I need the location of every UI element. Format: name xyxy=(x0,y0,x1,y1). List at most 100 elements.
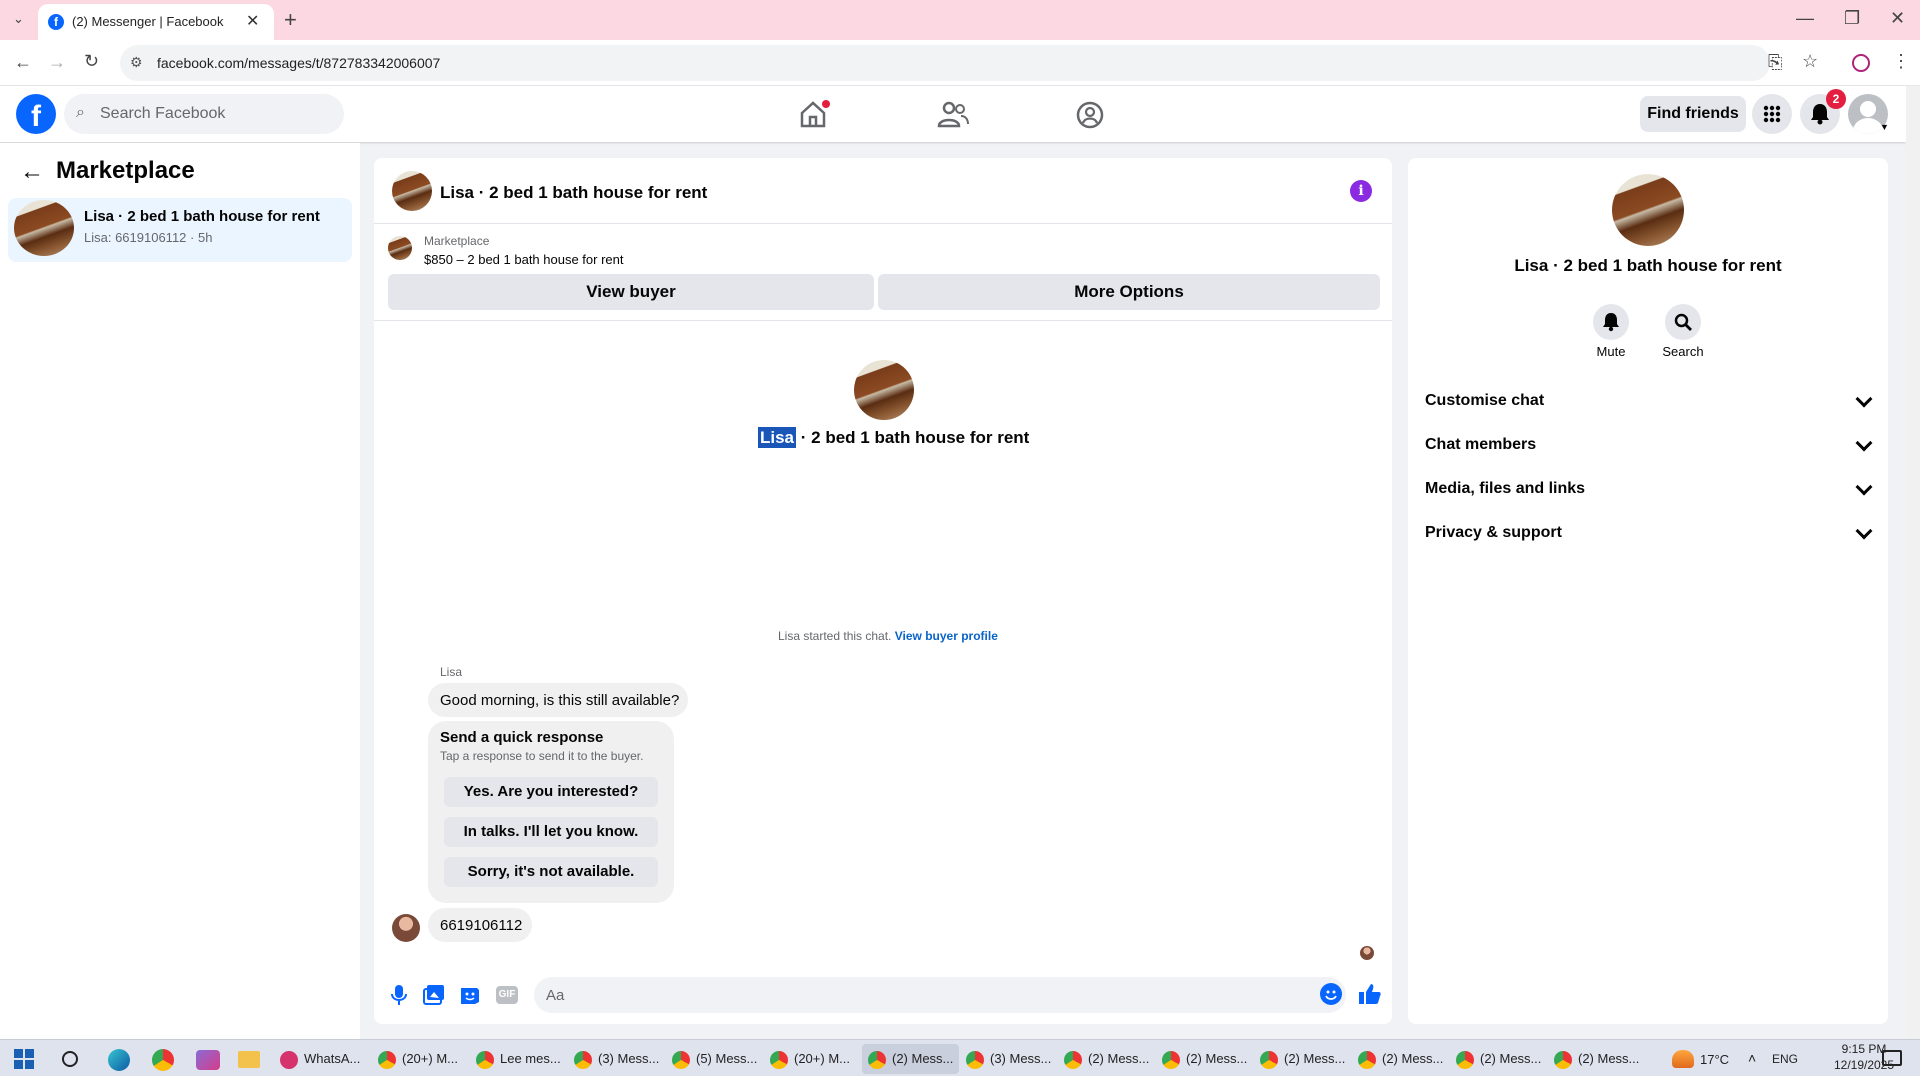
message-text: 6619106112 xyxy=(440,917,523,934)
taskbar-app[interactable]: Lee mes... xyxy=(476,1044,561,1074)
chat-header-avatar[interactable] xyxy=(392,171,432,211)
address-bar[interactable]: ⚙ facebook.com/messages/t/87278334200600… xyxy=(120,45,1770,81)
gif-icon[interactable]: GIF xyxy=(496,986,518,1004)
taskbar-app[interactable]: (2) Mess... xyxy=(1456,1044,1541,1074)
conversation-item[interactable]: Lisa · 2 bed 1 bath house for rent Lisa:… xyxy=(8,198,352,262)
taskbar-app[interactable]: (2) Mess... xyxy=(1358,1044,1443,1074)
weather-icon[interactable] xyxy=(1672,1050,1694,1068)
chrome-icon xyxy=(1064,1050,1082,1069)
conversation-title: Lisa · 2 bed 1 bath house for rent xyxy=(84,208,320,225)
restore-icon[interactable]: ❐ xyxy=(1844,9,1860,27)
taskbar-app-active[interactable]: (2) Mess... xyxy=(862,1044,960,1074)
language-indicator[interactable]: ENG xyxy=(1772,1052,1798,1066)
forward-icon[interactable]: → xyxy=(48,53,66,71)
chevron-down-icon xyxy=(1855,434,1873,452)
taskbar-app[interactable]: (3) Mess... xyxy=(966,1044,1051,1074)
chat-started-note: Lisa started this chat. View buyer profi… xyxy=(778,629,998,643)
taskbar-app[interactable]: (2) Mess... xyxy=(1260,1044,1345,1074)
marketplace-title: Marketplace xyxy=(56,157,195,184)
message-text: Good morning, is this still available? xyxy=(440,692,680,709)
chrome-icon xyxy=(966,1050,984,1069)
like-thumb-icon[interactable] xyxy=(1358,982,1382,1006)
site-info-icon[interactable]: ⚙ xyxy=(130,54,143,71)
emoji-icon[interactable] xyxy=(1320,983,1342,1005)
back-arrow-icon[interactable]: ← xyxy=(20,158,44,186)
back-icon[interactable]: ← xyxy=(14,53,32,71)
photo-icon[interactable] xyxy=(423,984,445,1006)
quick-response-yes[interactable]: Yes. Are you interested? xyxy=(444,777,658,807)
taskbar-app-label: (20+) M... xyxy=(402,1051,458,1066)
taskbar-app[interactable]: (5) Mess... xyxy=(672,1044,757,1074)
home-notification-dot xyxy=(822,100,830,108)
file-explorer-icon[interactable] xyxy=(238,1051,260,1068)
browser-tab[interactable]: f (2) Messenger | Facebook ✕ xyxy=(38,4,274,40)
taskbar-app[interactable]: (20+) M... xyxy=(770,1044,850,1074)
tab-search-chevron-icon[interactable]: ⌄ xyxy=(13,12,24,25)
url-text: facebook.com/messages/t/872783342006007 xyxy=(157,55,441,71)
windows-start-icon[interactable] xyxy=(14,1049,34,1069)
details-avatar[interactable] xyxy=(1612,174,1684,246)
taskbar-app[interactable]: (2) Mess... xyxy=(1064,1044,1149,1074)
microphone-icon[interactable] xyxy=(390,984,408,1006)
message-sender: Lisa xyxy=(440,665,463,679)
close-window-icon[interactable]: ✕ xyxy=(1890,9,1905,27)
menu-grid-icon[interactable] xyxy=(1752,94,1792,134)
message-bubble[interactable]: Good morning, is this still available? xyxy=(428,683,688,717)
chrome-icon xyxy=(476,1050,494,1069)
edge-icon[interactable] xyxy=(108,1049,130,1071)
facebook-search[interactable]: ⌕ Search Facebook xyxy=(64,94,344,134)
account-chevron-icon[interactable]: ▼ xyxy=(1880,122,1889,132)
reload-icon[interactable]: ↻ xyxy=(84,52,99,70)
taskbar-app[interactable]: (3) Mess... xyxy=(574,1044,659,1074)
page-scrollbar[interactable] xyxy=(1906,86,1920,1039)
taskbar-search-icon[interactable] xyxy=(62,1051,78,1067)
section-customise-chat[interactable]: Customise chat xyxy=(1420,388,1876,416)
chevron-down-icon xyxy=(1855,522,1873,540)
chat-center-title: Lisa · 2 bed 1 bath house for rent xyxy=(758,427,1029,448)
browser-menu-icon[interactable]: ⋮ xyxy=(1892,52,1910,70)
quick-response-not-available[interactable]: Sorry, it's not available. xyxy=(444,857,658,887)
friends-icon[interactable] xyxy=(937,100,969,128)
chat-header-title[interactable]: Lisa · 2 bed 1 bath house for rent xyxy=(440,183,707,203)
mute-bell-icon[interactable] xyxy=(1593,304,1629,340)
install-app-icon[interactable]: ⎘ xyxy=(1768,53,1782,71)
info-icon[interactable]: i xyxy=(1350,180,1372,202)
find-friends-button[interactable]: Find friends xyxy=(1640,96,1746,132)
section-label: Customise chat xyxy=(1425,392,1545,409)
bookmark-star-icon[interactable]: ☆ xyxy=(1802,52,1818,70)
profile-icon[interactable] xyxy=(1852,54,1870,72)
weather-temp[interactable]: 17°C xyxy=(1700,1052,1729,1067)
notification-center-icon[interactable] xyxy=(1882,1050,1902,1066)
message-input[interactable]: Aa xyxy=(534,977,1346,1013)
taskbar-app[interactable]: WhatsA... xyxy=(280,1044,360,1074)
taskbar-app[interactable]: (2) Mess... xyxy=(1162,1044,1247,1074)
sender-avatar[interactable] xyxy=(392,914,420,942)
details-search-icon[interactable] xyxy=(1665,304,1701,340)
taskbar-app[interactable]: (2) Mess... xyxy=(1554,1044,1639,1074)
new-tab-icon[interactable]: + xyxy=(284,9,297,31)
view-buyer-profile-link[interactable]: View buyer profile xyxy=(895,629,998,643)
section-chat-members[interactable]: Chat members xyxy=(1420,432,1876,460)
chrome-icon xyxy=(1260,1050,1278,1069)
listing-text[interactable]: $850 – 2 bed 1 bath house for rent xyxy=(424,252,624,267)
close-tab-icon[interactable]: ✕ xyxy=(246,11,259,31)
groups-icon[interactable] xyxy=(1075,100,1105,130)
taskbar-app[interactable]: (20+) M... xyxy=(378,1044,458,1074)
chrome-icon xyxy=(1162,1050,1180,1069)
message-bubble[interactable]: 6619106112 xyxy=(428,908,532,942)
minimize-icon[interactable]: — xyxy=(1796,9,1814,27)
home-icon[interactable] xyxy=(798,100,830,128)
tray-chevron-up-icon[interactable]: ˄ xyxy=(1748,1050,1756,1066)
sticker-icon[interactable] xyxy=(459,984,481,1006)
quick-response-in-talks[interactable]: In talks. I'll let you know. xyxy=(444,817,658,847)
chrome-icon[interactable] xyxy=(152,1049,174,1071)
section-media-files-links[interactable]: Media, files and links xyxy=(1420,476,1876,504)
section-privacy-support[interactable]: Privacy & support xyxy=(1420,520,1876,548)
view-buyer-button[interactable]: View buyer xyxy=(388,274,874,310)
facebook-logo-icon[interactable]: f xyxy=(16,94,56,134)
notification-badge: 2 xyxy=(1826,89,1846,109)
chrome-icon xyxy=(770,1050,788,1069)
chrome-icon xyxy=(1554,1050,1572,1069)
app-icon[interactable] xyxy=(196,1050,220,1070)
more-options-button[interactable]: More Options xyxy=(878,274,1380,310)
